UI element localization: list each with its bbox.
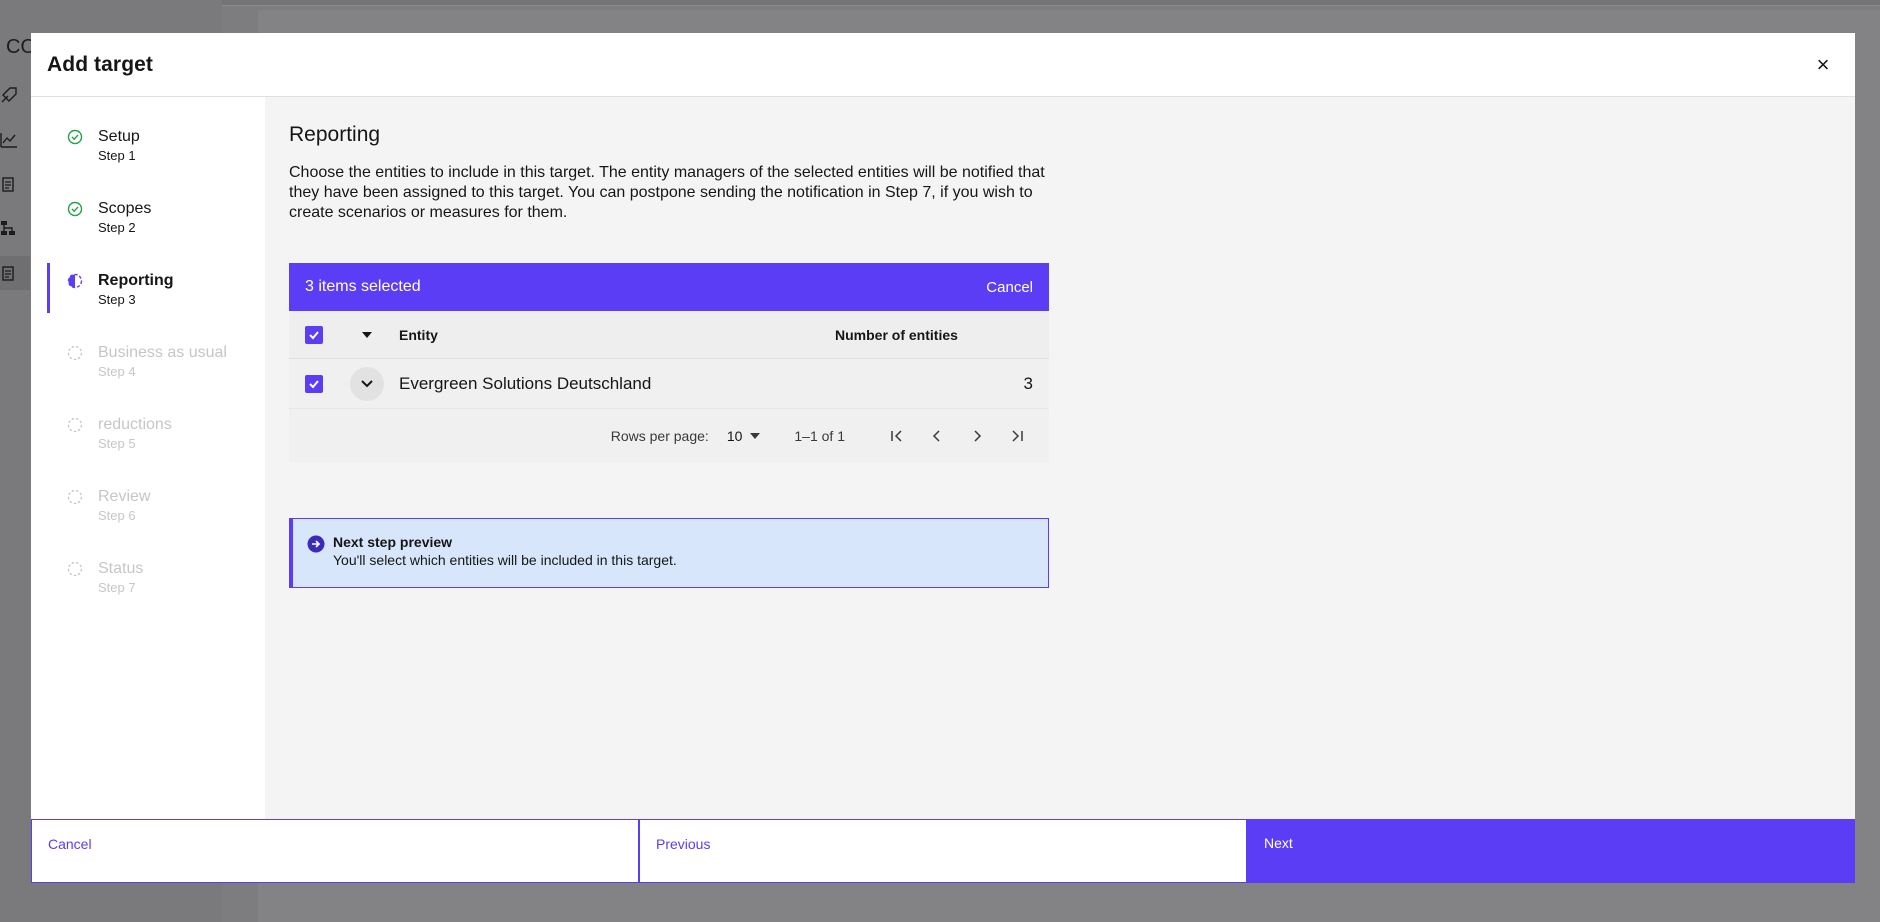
- step-label: Business as usual: [98, 344, 227, 361]
- step-number: Step 3: [98, 292, 136, 307]
- batch-cancel-button[interactable]: Cancel: [986, 279, 1033, 296]
- progress-step-5: reductions Step 5: [31, 415, 265, 487]
- background-topbar: [222, 0, 1880, 6]
- progress-step-7: Status Step 7: [31, 559, 265, 631]
- step-number: Step 2: [98, 220, 136, 235]
- entity-name: Evergreen Solutions Deutschland: [399, 373, 652, 393]
- progress-step-3[interactable]: Reporting Step 3: [31, 263, 265, 343]
- entity-count: 3: [1023, 373, 1033, 393]
- pagination: Rows per page: 10 1–1 of 1: [289, 408, 1049, 462]
- add-target-modal: Add target × Setup Step 1 Scopes Step 2 Repo…: [31, 33, 1855, 883]
- arrow-right-circle-icon: [307, 535, 325, 553]
- row-checkbox[interactable]: [305, 374, 323, 393]
- not-started-icon: [67, 345, 83, 361]
- column-header-number-of-entities[interactable]: Number of entities: [835, 327, 1049, 343]
- last-page-icon: [1012, 429, 1023, 442]
- step-label: Reporting: [98, 272, 174, 289]
- chevron-right-icon: [974, 429, 982, 442]
- step-label: Review: [98, 488, 151, 505]
- step-number: Step 1: [98, 148, 136, 163]
- next-step-notification: Next step preview You'll select which en…: [289, 518, 1049, 588]
- next-button[interactable]: Next: [1247, 819, 1855, 883]
- step-number: Step 7: [98, 580, 136, 595]
- step-label: Setup: [98, 128, 140, 145]
- expand-row-button[interactable]: [350, 366, 384, 401]
- progress-step-6: Review Step 6: [31, 487, 265, 559]
- column-header-entity[interactable]: Entity: [387, 327, 835, 343]
- cancel-button[interactable]: Cancel: [31, 819, 639, 883]
- step-number: Step 4: [98, 364, 136, 379]
- not-started-icon: [67, 561, 83, 577]
- step-number: Step 6: [98, 508, 136, 523]
- table-row: Evergreen Solutions Deutschland 3: [289, 359, 1049, 408]
- caret-down-icon: [750, 432, 761, 439]
- close-button[interactable]: ×: [1809, 51, 1837, 79]
- previous-page-button[interactable]: [917, 416, 957, 456]
- table-header: Entity Number of entities: [289, 311, 1049, 359]
- caret-down-icon[interactable]: [361, 330, 373, 340]
- chart-line-icon: [0, 133, 17, 148]
- modal-footer: Cancel Previous Next: [31, 819, 1855, 883]
- notification-text: You'll select which entities will be inc…: [333, 552, 677, 568]
- modal-title: Add target: [47, 52, 153, 76]
- checkmark-icon: [309, 379, 319, 388]
- checkmark-outline-icon: [67, 129, 83, 145]
- previous-button[interactable]: Previous: [639, 819, 1247, 883]
- progress-steps: Setup Step 1 Scopes Step 2 Reporting Step 3 Bu…: [31, 97, 265, 819]
- first-page-button[interactable]: [877, 416, 917, 456]
- hierarchy-icon: [1, 221, 15, 235]
- step-label: Status: [98, 560, 144, 577]
- clipboard-icon: [2, 266, 14, 281]
- select-all-checkbox[interactable]: [305, 325, 323, 344]
- notification-title: Next step preview: [333, 534, 453, 550]
- rows-per-page-select[interactable]: 10: [727, 428, 761, 444]
- entity-table: 3 items selected Cancel Entity Number of…: [289, 263, 1049, 462]
- rows-per-page-value: 10: [726, 427, 743, 444]
- step-label: Scopes: [98, 200, 152, 217]
- progress-step-4: Business as usual Step 4: [31, 343, 265, 415]
- first-page-icon: [891, 429, 902, 442]
- checkmark-icon: [309, 330, 319, 339]
- chevron-down-icon: [361, 379, 373, 387]
- rocket-icon: [1, 87, 17, 103]
- batch-action-bar: 3 items selected Cancel: [289, 263, 1049, 311]
- step-number: Step 5: [98, 436, 136, 451]
- modal-header: Add target ×: [31, 33, 1855, 97]
- selected-count: 3 items selected: [305, 278, 421, 295]
- progress-step-2[interactable]: Scopes Step 2: [31, 199, 265, 271]
- step-heading: Reporting: [289, 123, 381, 146]
- rows-per-page-label: Rows per page:: [610, 427, 709, 444]
- step-content: Reporting Choose the entities to include…: [265, 97, 1855, 819]
- close-icon: ×: [1816, 52, 1830, 77]
- not-started-icon: [67, 489, 83, 505]
- last-page-button[interactable]: [997, 416, 1037, 456]
- checkmark-outline-icon: [67, 201, 83, 217]
- progress-step-1[interactable]: Setup Step 1: [31, 127, 265, 199]
- not-started-icon: [67, 417, 83, 433]
- modal-body: Setup Step 1 Scopes Step 2 Reporting Step 3 Bu…: [31, 97, 1855, 819]
- chevron-left-icon: [932, 429, 940, 442]
- step-description: Choose the entities to include in this t…: [289, 164, 1045, 221]
- pagination-range: 1–1 of 1: [794, 427, 845, 444]
- next-page-button[interactable]: [957, 416, 997, 456]
- step-label: reductions: [98, 416, 172, 433]
- clipboard-icon: [2, 177, 14, 192]
- incomplete-icon: [67, 273, 83, 289]
